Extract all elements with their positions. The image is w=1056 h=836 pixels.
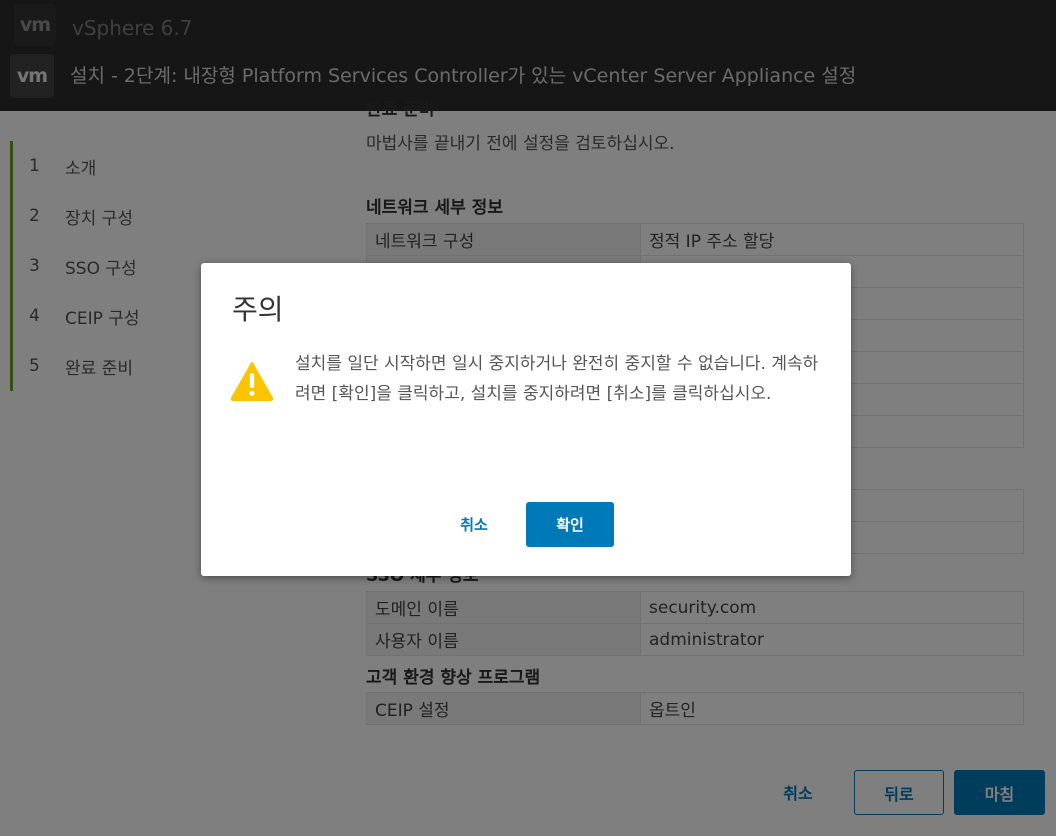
dialog-title: 주의 [232, 293, 284, 326]
dialog-ok-button[interactable]: 확인 [526, 502, 614, 547]
warning-icon [230, 362, 274, 401]
dialog-message: 설치를 일단 시작하면 일시 중지하거나 완전히 중지할 수 없습니다. 계속하… [295, 354, 819, 404]
dialog-cancel-button[interactable]: 취소 [441, 502, 507, 546]
warning-dialog: 주의 설치를 일단 시작하면 일시 중지하거나 완전히 중지할 수 없습니다. … [201, 263, 851, 576]
